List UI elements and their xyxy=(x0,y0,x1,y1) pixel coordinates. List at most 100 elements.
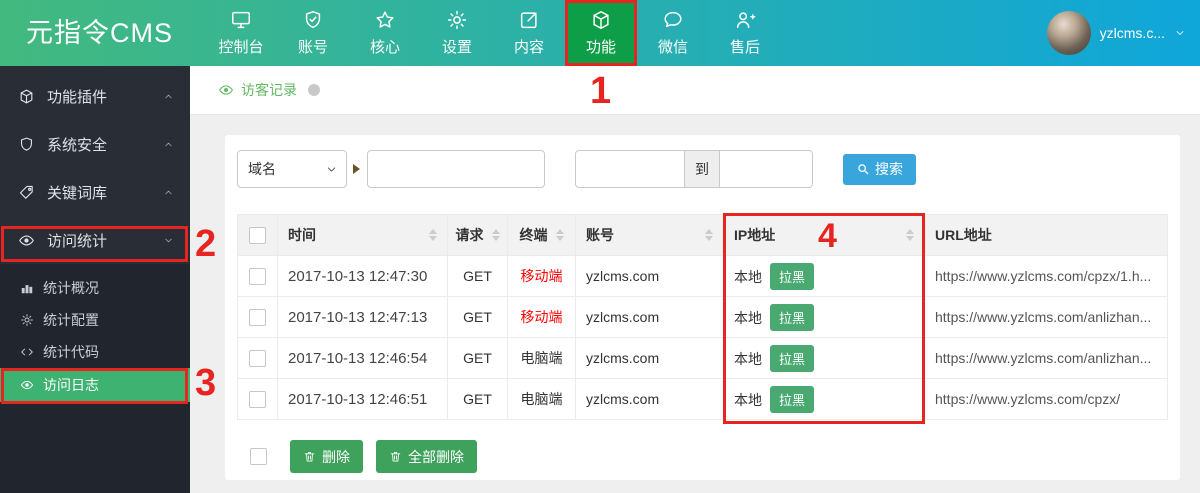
top-nav: 控制台 账号 核心 设置 内容 功能 微信 售后 xyxy=(205,0,781,66)
code-icon xyxy=(20,345,34,359)
nav-item-wechat[interactable]: 微信 xyxy=(637,0,709,66)
admin-page: 元指令CMS 控制台 账号 核心 设置 内容 功能 微信 售后 yzlcms.c… xyxy=(0,0,1200,493)
user-menu[interactable]: yzlcms.c... xyxy=(1046,0,1200,66)
nav-item-function[interactable]: 功能 xyxy=(565,0,637,66)
cell-device: 电脑端 xyxy=(507,337,576,379)
cell-account: yzlcms.com xyxy=(575,255,724,297)
gear-icon xyxy=(20,313,34,327)
column-header-label: IP地址 xyxy=(734,227,776,243)
cell-time: 2017-10-13 12:46:54 xyxy=(277,337,448,379)
row-checkbox[interactable] xyxy=(249,308,266,326)
cell-method: GET xyxy=(447,296,508,338)
cell-url: https://www.yzlcms.com/anlizhan... xyxy=(924,296,1168,338)
chevron-up-icon xyxy=(163,187,174,198)
delete-all-button-label: 全部删除 xyxy=(408,448,464,465)
delete-button-label: 删除 xyxy=(322,448,350,465)
table-row: 2017-10-13 12:46:51 GET 电脑端 yzlcms.com 本… xyxy=(237,378,1168,420)
search-icon xyxy=(856,162,870,176)
cell-account: yzlcms.com xyxy=(575,378,724,420)
sort-icon[interactable] xyxy=(705,229,713,241)
eye-icon xyxy=(20,378,34,392)
sidebar-item-label: 功能插件 xyxy=(47,88,108,106)
column-header-method[interactable]: 请求 xyxy=(447,214,508,256)
trash-icon xyxy=(303,450,316,463)
nav-item-label: 账号 xyxy=(297,39,328,56)
table-row: 2017-10-13 12:46:54 GET 电脑端 yzlcms.com 本… xyxy=(237,337,1168,379)
footer-select-checkbox[interactable] xyxy=(250,448,267,465)
nav-item-console[interactable]: 控制台 xyxy=(205,0,277,66)
submenu-item-label: 统计代码 xyxy=(43,344,99,360)
blacklist-button[interactable]: 拉黑 xyxy=(770,262,815,290)
search-button[interactable]: 搜索 xyxy=(843,153,916,185)
footer-actions: 删除 全部删除 xyxy=(237,440,1168,473)
submenu-item-label: 统计概况 xyxy=(43,280,99,296)
cell-time: 2017-10-13 12:46:51 xyxy=(277,378,448,420)
column-header-account[interactable]: 账号 xyxy=(575,214,724,256)
chevron-up-icon xyxy=(163,139,174,150)
chevron-down-icon xyxy=(1174,27,1186,39)
cell-url: https://www.yzlcms.com/cpzx/1.h... xyxy=(924,255,1168,297)
submenu-item-stats-overview[interactable]: 统计概况 xyxy=(0,272,190,304)
submenu-item-stats-code[interactable]: 统计代码 xyxy=(0,336,190,368)
cell-method: GET xyxy=(447,255,508,297)
nav-item-settings[interactable]: 设置 xyxy=(421,0,493,66)
nav-item-core[interactable]: 核心 xyxy=(349,0,421,66)
content-area: 域名 到 搜索 时间 请求 终端 账号 IP地址 URL地址 2017-10-1… xyxy=(190,115,1200,493)
column-header-label: 账号 xyxy=(586,227,614,243)
breadcrumb: 访客记录 xyxy=(218,80,320,100)
sidebar-item-security[interactable]: 系统安全 xyxy=(0,120,190,168)
cell-ip: 本地 拉黑 xyxy=(723,378,925,420)
column-header-time[interactable]: 时间 xyxy=(277,214,448,256)
shield-check-icon xyxy=(302,9,324,31)
column-header-label: 终端 xyxy=(519,227,548,243)
date-range-group: 到 xyxy=(575,150,813,188)
tab-close-dot[interactable] xyxy=(308,84,320,96)
nav-item-account[interactable]: 账号 xyxy=(277,0,349,66)
breadcrumb-label: 访客记录 xyxy=(241,82,297,98)
column-header-device[interactable]: 终端 xyxy=(507,214,576,256)
blacklist-button[interactable]: 拉黑 xyxy=(770,303,815,331)
sort-icon[interactable] xyxy=(429,229,437,241)
table-row: 2017-10-13 12:47:30 GET 移动端 yzlcms.com 本… xyxy=(237,255,1168,297)
filter-bar: 域名 到 搜索 xyxy=(237,150,1168,188)
delete-button[interactable]: 删除 xyxy=(290,440,363,473)
ip-label: 本地 xyxy=(734,391,762,408)
ip-label: 本地 xyxy=(734,268,762,285)
cell-method: GET xyxy=(447,378,508,420)
row-checkbox[interactable] xyxy=(249,267,266,285)
nav-item-aftersale[interactable]: 售后 xyxy=(709,0,781,66)
date-from-input[interactable] xyxy=(575,150,685,188)
field-select-value: 域名 xyxy=(248,161,276,177)
chevron-down-icon xyxy=(163,235,174,246)
blacklist-button[interactable]: 拉黑 xyxy=(770,344,815,372)
sort-icon[interactable] xyxy=(906,229,914,241)
sidebar-item-plugins[interactable]: 功能插件 xyxy=(0,72,190,120)
blacklist-button[interactable]: 拉黑 xyxy=(770,385,815,413)
sidebar-item-keywords[interactable]: 关键词库 xyxy=(0,168,190,216)
sort-icon[interactable] xyxy=(491,229,500,241)
tab-strip: 访客记录 xyxy=(190,66,1200,115)
delete-all-button[interactable]: 全部删除 xyxy=(376,440,477,473)
column-header-label: URL地址 xyxy=(935,227,992,243)
sidebar-item-visit-stats[interactable]: 访问统计 xyxy=(0,216,190,264)
bar-chart-icon xyxy=(20,281,34,295)
sidebar-submenu: 统计概况 统计配置 统计代码 访问日志 xyxy=(0,264,190,493)
user-name: yzlcms.c... xyxy=(1099,25,1165,41)
row-checkbox[interactable] xyxy=(249,349,266,367)
date-to-input[interactable] xyxy=(719,150,813,188)
nav-item-label: 售后 xyxy=(729,39,760,56)
nav-item-content[interactable]: 内容 xyxy=(493,0,565,66)
submenu-item-visit-log[interactable]: 访问日志 xyxy=(0,368,190,402)
row-checkbox[interactable] xyxy=(249,390,266,408)
sort-icon[interactable] xyxy=(555,229,564,241)
column-header-ip[interactable]: IP地址 xyxy=(723,214,925,256)
select-all-checkbox[interactable] xyxy=(249,226,266,244)
cell-ip: 本地 拉黑 xyxy=(723,296,925,338)
tag-icon xyxy=(18,184,35,201)
keyword-input[interactable] xyxy=(367,150,545,188)
field-select[interactable]: 域名 xyxy=(237,150,347,188)
submenu-item-stats-config[interactable]: 统计配置 xyxy=(0,304,190,336)
chevron-up-icon xyxy=(163,91,174,102)
eye-icon xyxy=(218,82,234,98)
sidebar-item-label: 访问统计 xyxy=(47,232,108,250)
